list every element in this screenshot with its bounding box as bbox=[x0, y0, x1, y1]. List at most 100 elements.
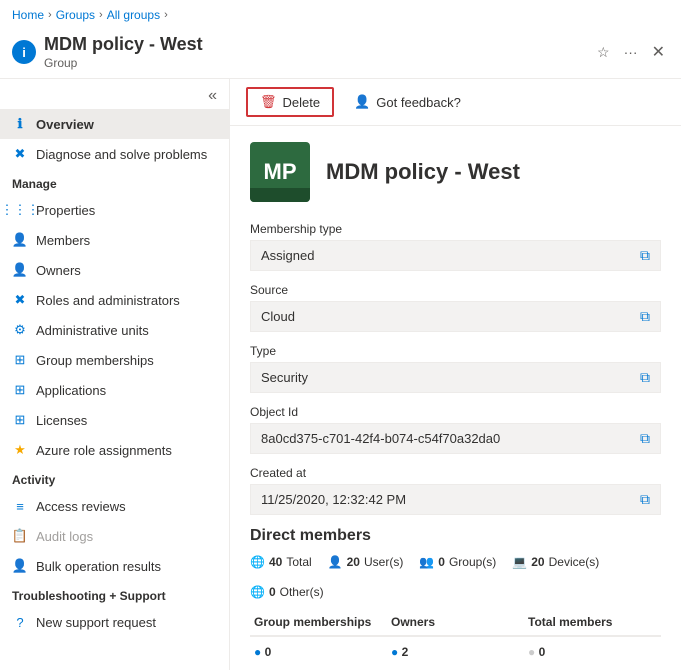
sidebar-item-label: Group memberships bbox=[36, 353, 154, 368]
copy-button[interactable]: ⧉ bbox=[640, 430, 650, 447]
sidebar-item-members[interactable]: 👤 Members bbox=[0, 225, 229, 255]
cell-value: 0 bbox=[539, 645, 546, 659]
total-icon: 🌐 bbox=[250, 555, 265, 569]
total-value: 40 bbox=[269, 555, 282, 569]
col-total-members: Total members bbox=[524, 615, 661, 629]
group-name: MDM policy - West bbox=[326, 159, 520, 185]
title-text: MDM policy - West Group bbox=[44, 34, 203, 70]
sidebar-item-owners[interactable]: 👤 Owners bbox=[0, 255, 229, 285]
sidebar-item-overview[interactable]: ℹ Overview bbox=[0, 109, 229, 139]
support-icon: ? bbox=[12, 614, 28, 630]
sidebar-item-roles[interactable]: ✖ Roles and administrators bbox=[0, 285, 229, 315]
pin-icon[interactable]: ☆ bbox=[593, 40, 614, 65]
bulk-ops-icon: 👤 bbox=[12, 558, 28, 574]
field-created-at: Created at 11/25/2020, 12:32:42 PM ⧉ bbox=[250, 466, 661, 515]
sidebar-item-label: Roles and administrators bbox=[36, 293, 180, 308]
more-icon[interactable]: ··· bbox=[620, 40, 642, 64]
field-value: Security ⧉ bbox=[250, 362, 661, 393]
sidebar-item-label: Bulk operation results bbox=[36, 559, 161, 574]
devices-label: Device(s) bbox=[549, 555, 600, 569]
activity-section-header: Activity bbox=[0, 465, 229, 491]
direct-members-title: Direct members bbox=[250, 527, 661, 545]
manage-section-header: Manage bbox=[0, 169, 229, 195]
breadcrumb: Home › Groups › All groups › bbox=[0, 0, 681, 30]
avatar-text: MP bbox=[264, 159, 297, 185]
field-value: Cloud ⧉ bbox=[250, 301, 661, 332]
delete-icon: 🗑 bbox=[260, 94, 277, 110]
admin-units-icon: ⚙ bbox=[12, 322, 28, 338]
owners-icon: 👤 bbox=[12, 262, 28, 278]
devices-value: 20 bbox=[531, 555, 544, 569]
groups-value: 0 bbox=[438, 555, 445, 569]
cell-owners: ● 2 bbox=[387, 645, 524, 659]
sidebar-item-properties[interactable]: ⋮⋮⋮ Properties bbox=[0, 195, 229, 225]
field-text: Cloud bbox=[261, 309, 295, 324]
sidebar-item-support[interactable]: ? New support request bbox=[0, 607, 229, 637]
field-object-id: Object Id 8a0cd375-c701-42f4-b074-c54f70… bbox=[250, 405, 661, 454]
main-content: 🗑 Delete 👤 Got feedback? MP MDM policy -… bbox=[230, 79, 681, 670]
sidebar-item-licenses[interactable]: ⊞ Licenses bbox=[0, 405, 229, 435]
field-label: Source bbox=[250, 283, 661, 297]
breadcrumb-groups[interactable]: Groups bbox=[56, 8, 95, 22]
sidebar-item-diagnose[interactable]: ✖ Diagnose and solve problems bbox=[0, 139, 229, 169]
overview-icon: ℹ bbox=[12, 116, 28, 132]
stat-total: 🌐 40 Total bbox=[250, 555, 312, 569]
field-label: Membership type bbox=[250, 222, 661, 236]
sidebar-item-label: Azure role assignments bbox=[36, 443, 172, 458]
diagnose-icon: ✖ bbox=[12, 146, 28, 162]
field-text: Assigned bbox=[261, 248, 314, 263]
sidebar-item-label: Administrative units bbox=[36, 323, 149, 338]
content-area: MP MDM policy - West Membership type Ass… bbox=[230, 126, 681, 670]
others-label: Other(s) bbox=[280, 585, 324, 599]
field-type: Type Security ⧉ bbox=[250, 344, 661, 393]
breadcrumb-all-groups[interactable]: All groups bbox=[107, 8, 160, 22]
users-icon: 👤 bbox=[328, 555, 343, 569]
groups-label: Group(s) bbox=[449, 555, 496, 569]
field-text: Security bbox=[261, 370, 308, 385]
delete-label: Delete bbox=[283, 95, 321, 110]
sidebar-item-label: Overview bbox=[36, 117, 94, 132]
cell-group-memberships: ● 0 bbox=[250, 645, 387, 659]
stat-others: 🌐 0 Other(s) bbox=[250, 585, 324, 599]
group-avatar: MP bbox=[250, 142, 310, 202]
feedback-label: Got feedback? bbox=[376, 95, 461, 110]
copy-button[interactable]: ⧉ bbox=[640, 247, 650, 264]
field-membership-type: Membership type Assigned ⧉ bbox=[250, 222, 661, 271]
field-text: 8a0cd375-c701-42f4-b074-c54f70a32da0 bbox=[261, 431, 500, 446]
table-header: Group memberships Owners Total members bbox=[250, 615, 661, 637]
sidebar-item-group-memberships[interactable]: ⊞ Group memberships bbox=[0, 345, 229, 375]
feedback-button[interactable]: 👤 Got feedback? bbox=[342, 89, 473, 115]
copy-button[interactable]: ⧉ bbox=[640, 491, 650, 508]
close-icon[interactable]: ✕ bbox=[648, 38, 669, 66]
page-subtitle: Group bbox=[44, 56, 77, 70]
stat-users: 👤 20 User(s) bbox=[328, 555, 404, 569]
group-header: MP MDM policy - West bbox=[250, 142, 661, 202]
page-title: MDM policy - West bbox=[44, 34, 203, 55]
field-value: Assigned ⧉ bbox=[250, 240, 661, 271]
copy-button[interactable]: ⧉ bbox=[640, 369, 650, 386]
sidebar-item-azure-roles[interactable]: ★ Azure role assignments bbox=[0, 435, 229, 465]
delete-button[interactable]: 🗑 Delete bbox=[246, 87, 334, 117]
licenses-icon: ⊞ bbox=[12, 412, 28, 428]
collapse-button[interactable]: « bbox=[204, 87, 221, 105]
field-value: 8a0cd375-c701-42f4-b074-c54f70a32da0 ⧉ bbox=[250, 423, 661, 454]
sidebar-item-label: Licenses bbox=[36, 413, 87, 428]
breadcrumb-home[interactable]: Home bbox=[12, 8, 44, 22]
copy-button[interactable]: ⧉ bbox=[640, 308, 650, 325]
applications-icon: ⊞ bbox=[12, 382, 28, 398]
sidebar-item-bulk-ops[interactable]: 👤 Bulk operation results bbox=[0, 551, 229, 581]
col-owners: Owners bbox=[387, 615, 524, 629]
field-label: Type bbox=[250, 344, 661, 358]
users-value: 20 bbox=[347, 555, 360, 569]
users-label: User(s) bbox=[364, 555, 403, 569]
sidebar-item-access-reviews[interactable]: ≡ Access reviews bbox=[0, 491, 229, 521]
sidebar-item-admin-units[interactable]: ⚙ Administrative units bbox=[0, 315, 229, 345]
sidebar-item-audit-logs[interactable]: 📋 Audit logs bbox=[0, 521, 229, 551]
roles-icon: ✖ bbox=[12, 292, 28, 308]
feedback-icon: 👤 bbox=[354, 94, 370, 110]
sidebar-item-label: Members bbox=[36, 233, 90, 248]
sidebar-item-applications[interactable]: ⊞ Applications bbox=[0, 375, 229, 405]
cell-value: 2 bbox=[402, 645, 409, 659]
title-bar: i MDM policy - West Group ☆ ··· ✕ bbox=[0, 30, 681, 79]
stat-devices: 💻 20 Device(s) bbox=[512, 555, 599, 569]
